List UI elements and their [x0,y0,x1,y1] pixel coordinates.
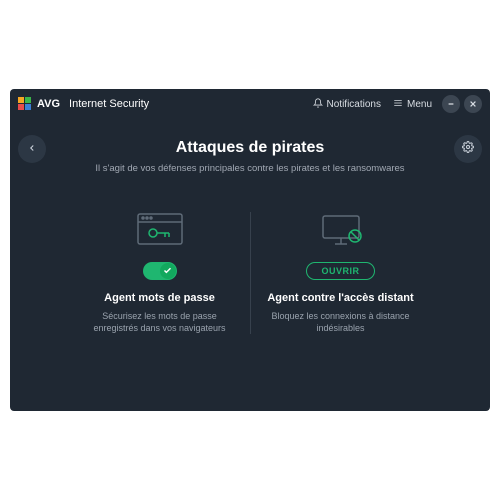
back-button[interactable] [18,135,46,163]
app-logo: AVG Internet Security [18,97,149,111]
close-button[interactable] [464,95,482,113]
chevron-left-icon [27,140,37,158]
page-subtitle: Il s'agit de vos défenses principales co… [95,163,404,174]
main-content: Attaques de pirates Il s'agit de vos déf… [10,119,490,411]
page-title: Attaques de pirates [176,139,324,157]
card-title: Agent mots de passe [104,292,215,304]
card-title: Agent contre l'accès distant [267,292,413,304]
password-agent-toggle[interactable] [143,262,177,280]
notifications-button[interactable]: Notifications [307,94,387,115]
hamburger-icon [393,98,403,111]
product-name: Internet Security [69,98,149,110]
card-desc: Bloquez les connexions à distance indési… [265,310,417,334]
avg-logo-icon [18,97,32,111]
bell-icon [313,98,323,111]
feature-cards: Agent mots de passe Sécurisez les mots d… [10,202,490,344]
card-remote-access-agent: OUVRIR Agent contre l'accès distant Bloq… [251,202,431,344]
menu-label: Menu [407,99,432,110]
settings-button[interactable] [454,135,482,163]
notifications-label: Notifications [327,99,381,110]
card-desc: Sécurisez les mots de passe enregistrés … [84,310,236,334]
gear-icon [462,140,474,158]
app-window: AVG Internet Security Notifications Menu [10,89,490,411]
open-remote-agent-button[interactable]: OUVRIR [306,262,374,280]
check-icon [163,262,172,280]
menu-button[interactable]: Menu [387,94,438,115]
card-password-agent: Agent mots de passe Sécurisez les mots d… [70,202,250,344]
titlebar: AVG Internet Security Notifications Menu [10,89,490,119]
browser-key-icon [136,212,184,250]
toggle-knob [160,263,176,279]
brand-name: AVG [37,98,60,110]
remote-monitor-icon [317,212,365,250]
minimize-button[interactable] [442,95,460,113]
